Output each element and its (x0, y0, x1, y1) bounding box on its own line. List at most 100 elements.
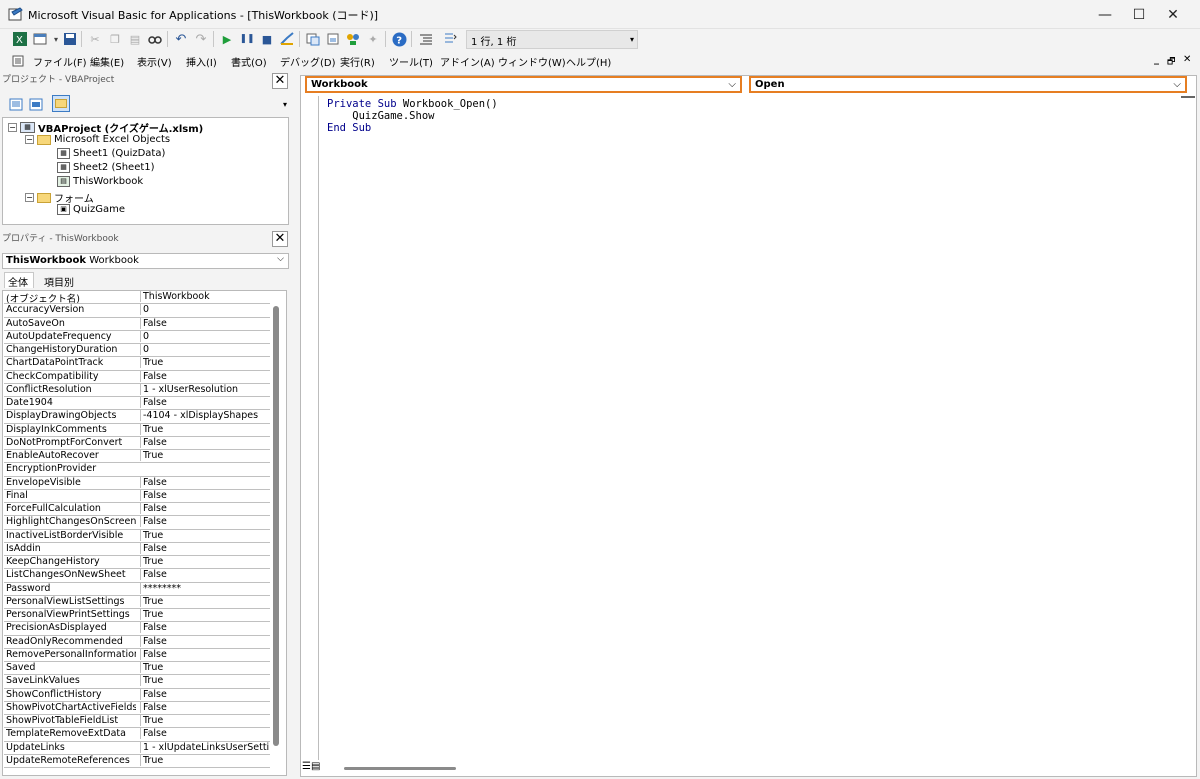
properties-window-icon[interactable] (325, 31, 341, 47)
property-row[interactable]: ShowPivotTableFieldList True (4, 715, 270, 729)
property-row[interactable]: RemovePersonalInformation False (4, 648, 270, 662)
properties-pane-close-button[interactable]: ✕ (272, 231, 288, 247)
property-value[interactable]: True (140, 529, 270, 541)
property-value[interactable]: True (140, 754, 270, 766)
property-row[interactable]: (オブジェクト名) ThisWorkbook (4, 291, 270, 305)
undo-icon[interactable]: ↶ (173, 31, 189, 47)
property-row[interactable]: ChangeHistoryDuration 0 (4, 344, 270, 358)
reset-icon[interactable]: ■ (259, 31, 275, 47)
view-object-icon[interactable] (28, 96, 44, 112)
property-value[interactable]: ThisWorkbook (140, 291, 270, 302)
property-value[interactable]: True (140, 423, 270, 435)
object-browser-icon[interactable] (345, 31, 361, 47)
menu-view[interactable]: 表示(V) (137, 54, 172, 69)
property-value[interactable]: True (140, 675, 270, 687)
property-row[interactable]: DisplayInkComments True (4, 423, 270, 437)
menu-tools[interactable]: ツール(T) (389, 54, 433, 69)
property-row[interactable]: CheckCompatibility False (4, 370, 270, 384)
property-value[interactable]: 0 (140, 330, 270, 342)
property-value[interactable]: False (140, 688, 270, 700)
property-value[interactable]: False (140, 317, 270, 329)
child-minimize-button[interactable]: _ (1154, 54, 1159, 65)
property-row[interactable]: EnableAutoRecover True (4, 450, 270, 464)
property-value[interactable]: False (140, 476, 270, 488)
menu-file[interactable]: ファイル(F) (33, 54, 87, 69)
close-button[interactable]: ✕ (1150, 0, 1196, 29)
property-value[interactable]: True (140, 715, 270, 726)
property-row[interactable]: TemplateRemoveExtData False (4, 728, 270, 742)
property-row[interactable]: ReadOnlyRecommended False (4, 635, 270, 649)
insert-userform-icon[interactable] (32, 31, 48, 47)
menu-addins[interactable]: アドイン(A) (440, 54, 495, 69)
property-row[interactable]: PersonalViewPrintSettings True (4, 609, 270, 623)
tree-node-thisworkbook[interactable]: ▤ ThisWorkbook (57, 176, 143, 187)
property-value[interactable]: True (140, 357, 270, 369)
property-value[interactable]: -4104 - xlDisplayShapes (140, 410, 270, 422)
find-icon[interactable] (147, 31, 163, 47)
property-value[interactable]: ******** (140, 582, 270, 594)
code-line-2[interactable]: QuizGame.Show (327, 110, 434, 122)
property-value[interactable]: True (140, 609, 270, 620)
property-value[interactable]: False (140, 728, 270, 740)
menu-insert[interactable]: 挿入(I) (186, 54, 217, 69)
view-code-icon[interactable] (8, 96, 24, 112)
outdent-icon[interactable] (442, 31, 458, 47)
menu-window[interactable]: ウィンドウ(W) (498, 54, 566, 69)
property-row[interactable]: HighlightChangesOnScreen False (4, 516, 270, 530)
procedure-combo[interactable]: Open ⌵ (749, 76, 1187, 93)
property-value[interactable]: False (140, 648, 270, 660)
property-row[interactable]: InactiveListBorderVisible True (4, 529, 270, 543)
tree-node-forms[interactable]: − フォーム (25, 190, 94, 205)
code-editor[interactable] (318, 96, 1180, 760)
property-value[interactable]: False (140, 569, 270, 581)
property-value[interactable]: 0 (140, 344, 270, 355)
property-row[interactable]: ConflictResolution 1 - xlUserResolution (4, 383, 270, 397)
property-value[interactable]: 1 - xlUpdateLinksUserSetting (140, 741, 270, 753)
collapse-icon[interactable]: − (25, 135, 34, 144)
property-row[interactable]: PrecisionAsDisplayed False (4, 622, 270, 636)
help-icon[interactable]: ? (391, 31, 407, 47)
split-bar[interactable] (1181, 96, 1195, 102)
property-row[interactable]: Final False (4, 489, 270, 503)
tree-node-sheet1[interactable]: ▦ Sheet1 (QuizData) (57, 148, 165, 159)
property-row[interactable]: DisplayDrawingObjects -4104 - xlDisplaySh… (4, 410, 270, 424)
property-row[interactable]: UpdateLinks 1 - xlUpdateLinksUserSetting (4, 741, 270, 755)
property-value[interactable]: 0 (140, 304, 270, 316)
save-icon[interactable] (62, 31, 78, 47)
menu-format[interactable]: 書式(O) (231, 54, 267, 69)
toggle-folders-icon[interactable] (52, 95, 70, 112)
copy-icon[interactable]: ❐ (107, 31, 123, 47)
menu-debug[interactable]: デバッグ(D) (280, 54, 336, 69)
project-explorer-icon[interactable] (305, 31, 321, 47)
property-row[interactable]: Saved True (4, 662, 270, 676)
tab-alphabetic[interactable]: 全体 (4, 272, 34, 289)
design-mode-icon[interactable] (279, 31, 295, 47)
property-row[interactable]: ForceFullCalculation False (4, 503, 270, 517)
property-value[interactable]: True (140, 595, 270, 607)
properties-scrollbar[interactable] (273, 306, 279, 746)
horizontal-scrollbar[interactable] (344, 767, 456, 770)
property-value[interactable]: False (140, 542, 270, 554)
menu-run[interactable]: 実行(R) (340, 54, 375, 69)
property-row[interactable]: ShowConflictHistory False (4, 688, 270, 702)
property-row[interactable]: IsAddin False (4, 542, 270, 556)
menu-help[interactable]: ヘルプ(H) (566, 54, 611, 69)
paste-icon[interactable]: ▤ (127, 31, 143, 47)
chevron-down-icon[interactable]: ⌵ (277, 254, 284, 264)
break-icon[interactable]: ❚❚ (239, 31, 255, 47)
menu-edit[interactable]: 編集(E) (90, 54, 124, 69)
redo-icon[interactable]: ↷ (193, 31, 209, 47)
property-row[interactable]: ChartDataPointTrack True (4, 357, 270, 371)
property-row[interactable]: AccuracyVersion 0 (4, 304, 270, 318)
property-row[interactable]: KeepChangeHistory True (4, 556, 270, 570)
property-row[interactable]: ListChangesOnNewSheet False (4, 569, 270, 583)
project-pane-close-button[interactable]: ✕ (272, 73, 288, 89)
code-line-1[interactable]: Private Sub Workbook_Open() (327, 98, 498, 110)
chevron-down-icon[interactable]: ⌵ (728, 78, 736, 91)
collapse-icon[interactable]: − (25, 193, 34, 202)
property-row[interactable]: UpdateRemoteReferences True (4, 754, 270, 768)
property-row[interactable]: DoNotPromptForConvert False (4, 436, 270, 450)
property-value[interactable]: False (140, 489, 270, 501)
property-value[interactable]: True (140, 556, 270, 567)
property-row[interactable]: Password ******** (4, 582, 270, 596)
